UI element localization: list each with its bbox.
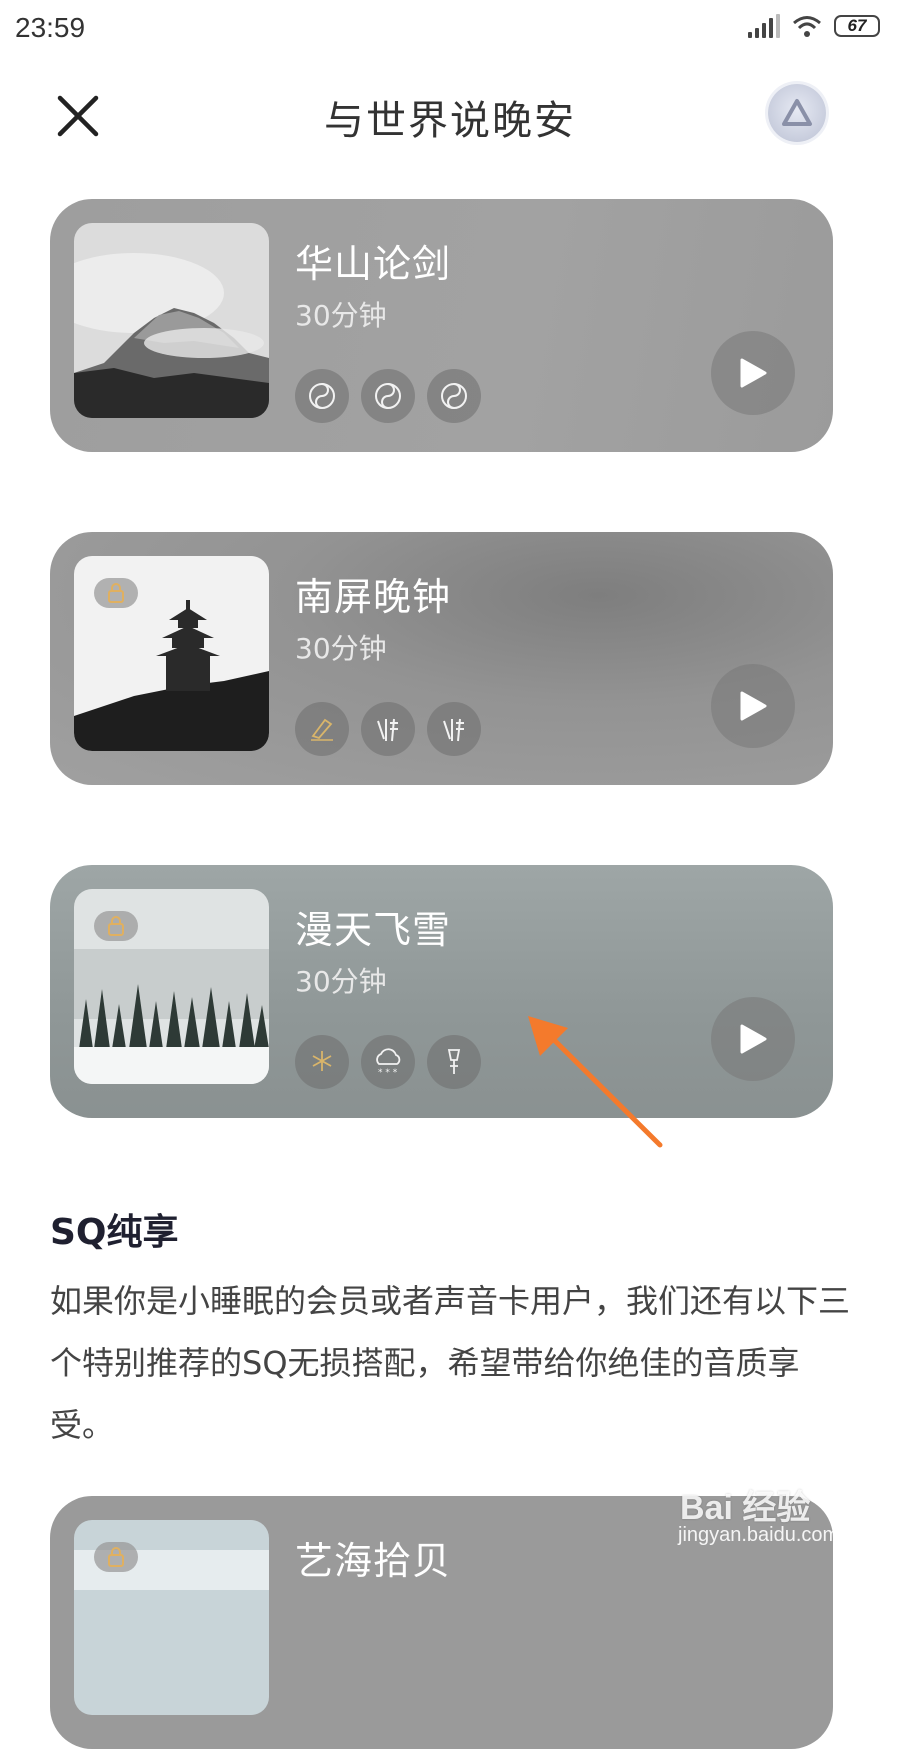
play-icon <box>740 691 767 721</box>
card-thumbnail <box>74 889 269 1084</box>
sound-card[interactable]: 华山论剑 30分钟 <box>50 199 833 452</box>
yin-yang-iii-icon[interactable] <box>295 369 349 423</box>
page-title: 与世界说晚安 <box>324 98 576 144</box>
lock-badge <box>94 1542 138 1572</box>
triangle-logo-icon <box>782 99 812 126</box>
yin-yang-i-icon[interactable] <box>361 369 415 423</box>
wifi-icon <box>793 16 821 37</box>
chime-ii-icon[interactable] <box>427 1035 481 1089</box>
section-title: SQ纯享 <box>50 1212 179 1253</box>
sq-snowflake-icon[interactable] <box>295 1035 349 1089</box>
signal-icon <box>748 14 780 38</box>
card-thumbnail <box>74 556 269 751</box>
card-title: 南屏晚钟 <box>295 575 452 619</box>
play-icon <box>740 358 767 388</box>
watermark-url: jingyan.baidu.com <box>678 1524 840 1546</box>
annotation-arrow-icon <box>528 1016 663 1148</box>
tag-list <box>295 702 481 756</box>
avatar-button[interactable] <box>768 84 826 142</box>
battery-icon: 67 <box>834 15 880 37</box>
tag-list: * * * <box>295 1035 481 1089</box>
lock-icon <box>108 583 124 603</box>
play-icon <box>740 1024 767 1054</box>
card-duration: 30分钟 <box>295 965 387 998</box>
tag-list <box>295 369 481 423</box>
play-button[interactable] <box>711 331 795 415</box>
header: 与世界说晚安 <box>0 60 900 170</box>
status-bar: 23:59 67 <box>0 0 900 60</box>
watermark-brand: Bai 经验 <box>680 1489 811 1527</box>
card-thumbnail <box>74 1520 269 1715</box>
play-button[interactable] <box>711 664 795 748</box>
buddha-ii-icon[interactable] <box>361 702 415 756</box>
card-duration: 30分钟 <box>295 299 387 332</box>
play-button[interactable] <box>711 997 795 1081</box>
status-icons: 67 <box>748 14 880 38</box>
yin-yang-ii-icon[interactable] <box>427 369 481 423</box>
lock-badge <box>94 911 138 941</box>
card-title: 艺海拾贝 <box>295 1539 452 1583</box>
status-time: 23:59 <box>15 12 86 43</box>
sound-card[interactable]: 漫天飞雪 30分钟 * * * <box>50 865 833 1118</box>
lock-badge <box>94 578 138 608</box>
snow-cloud-icon[interactable]: * * * <box>361 1035 415 1089</box>
sound-card[interactable]: 南屏晚钟 30分钟 <box>50 532 833 785</box>
baidu-watermark: Bai 经验 jingyan.baidu.com <box>672 1478 892 1558</box>
section-description: 如果你是小睡眠的会员或者声音卡用户，我们还有以下三个特别推荐的SQ无损搭配，希望… <box>50 1282 851 1444</box>
card-thumbnail <box>74 223 269 418</box>
lock-icon <box>108 916 124 936</box>
battery-level: 67 <box>847 16 867 35</box>
card-title: 华山论剑 <box>295 242 452 286</box>
buddha-icon[interactable] <box>427 702 481 756</box>
sq-bell-icon[interactable] <box>295 702 349 756</box>
card-duration: 30分钟 <box>295 632 387 665</box>
card-title: 漫天飞雪 <box>295 908 452 952</box>
lock-icon <box>108 1547 124 1567</box>
svg-text:* * *: * * * <box>378 1068 398 1078</box>
